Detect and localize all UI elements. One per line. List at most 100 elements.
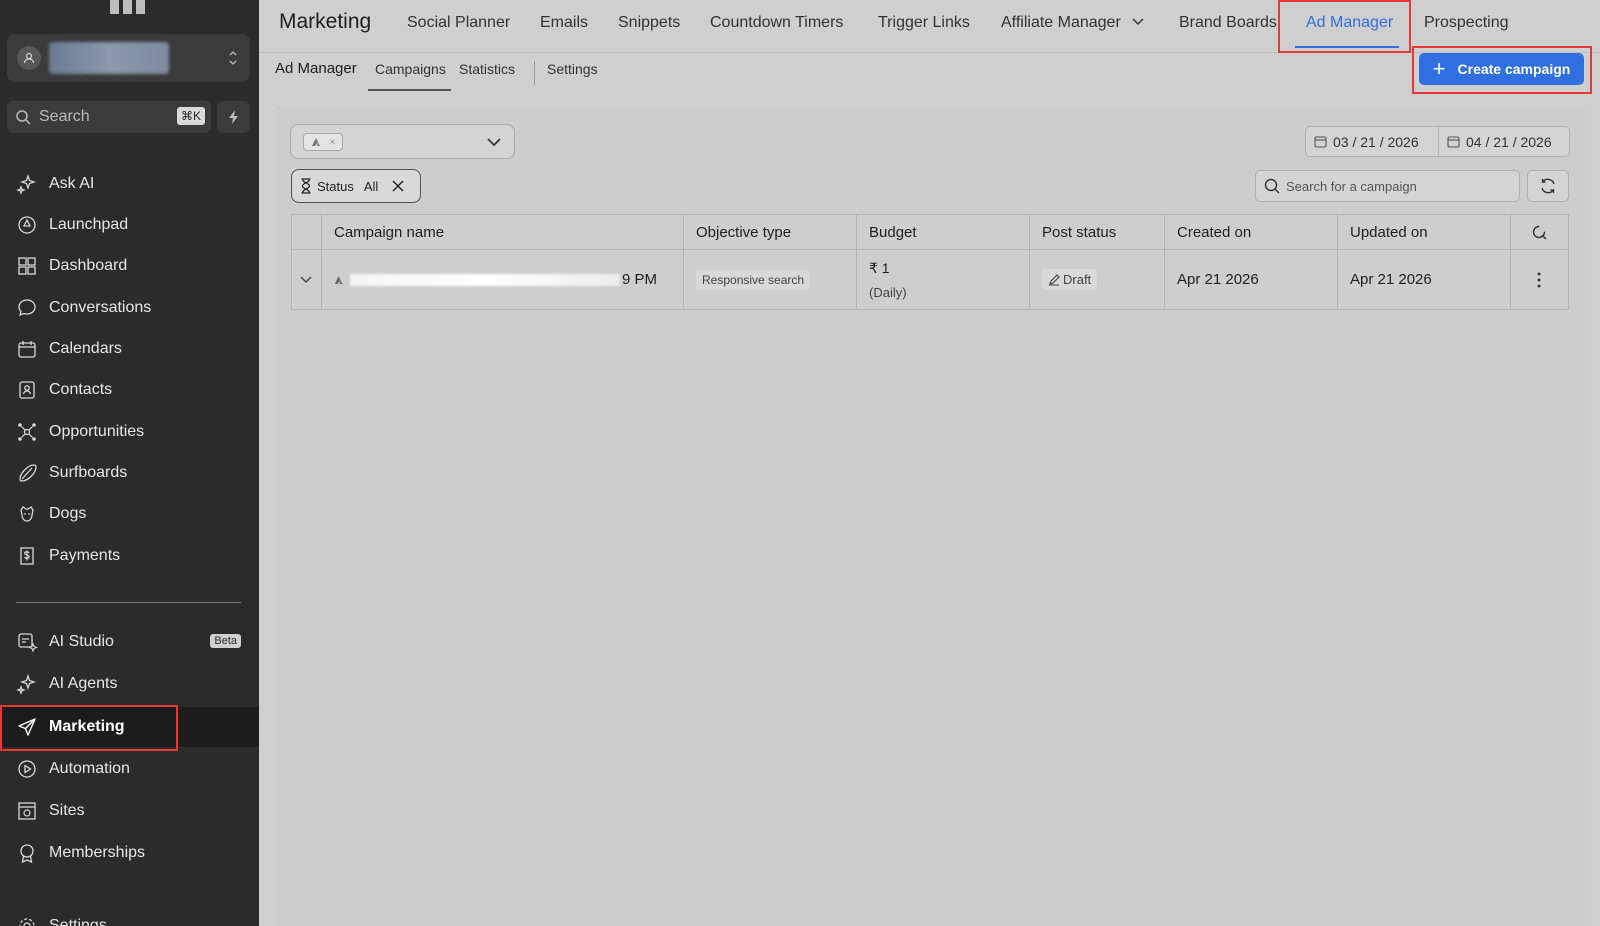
search-placeholder: Search	[39, 108, 90, 125]
table-header-objective-type: Objective type	[684, 215, 857, 250]
sidebar-item-dashboard[interactable]: Dashboard	[0, 246, 259, 286]
ad-account-select[interactable]: ×	[290, 124, 515, 159]
status-badge-label: Draft	[1063, 272, 1092, 287]
contacts-icon	[19, 381, 35, 399]
row-actions-menu[interactable]	[1511, 250, 1569, 309]
budget-period: (Daily)	[869, 284, 907, 300]
sidebar-item-label: Dogs	[49, 505, 87, 522]
tab-social-planner[interactable]: Social Planner	[407, 14, 510, 32]
date-to-value: 04 / 21 / 2026	[1466, 133, 1552, 150]
google-ads-icon	[335, 275, 343, 284]
campaign-search-input[interactable]: Search for a campaign	[1255, 170, 1520, 202]
subtab-campaigns[interactable]: Campaigns	[375, 61, 446, 77]
table-cell-budget: ₹ 1 (Daily)	[857, 250, 1030, 309]
page-title: Marketing	[279, 10, 372, 33]
calendar-icon	[1314, 136, 1327, 148]
sidebar-item-label: Memberships	[49, 844, 146, 861]
table-header-settings[interactable]	[1511, 215, 1569, 250]
sidebar-item-ai-studio[interactable]: AI Studio Beta	[0, 622, 259, 662]
sidebar-item-launchpad[interactable]: Launchpad	[0, 205, 259, 245]
badge-icon	[20, 844, 34, 864]
search-icon	[16, 110, 31, 125]
send-icon	[18, 718, 36, 736]
sub-navigation: Ad Manager Campaigns Statistics Settings	[259, 53, 1600, 93]
sidebar-item-label: Calendars	[49, 340, 122, 357]
sidebar-item-ask-ai[interactable]: Ask AI	[0, 164, 259, 204]
sidebar: Search ⌘K Ask AI Launchpad Dashboard Con…	[0, 0, 259, 926]
sidebar-item-settings[interactable]: Settings	[0, 906, 259, 926]
plus-icon: +	[1432, 56, 1446, 81]
sidebar-item-label: Launchpad	[49, 216, 129, 233]
subtab-statistics[interactable]: Statistics	[459, 61, 515, 77]
sidebar-item-opportunities[interactable]: Opportunities	[0, 412, 259, 452]
account-name-redacted	[49, 42, 169, 74]
top-navigation: Marketing Social Planner Emails Snippets…	[259, 0, 1600, 53]
campaign-name-redacted	[350, 273, 620, 286]
sidebar-item-label: Conversations	[49, 299, 152, 316]
table-cell-created-on: Apr 21 2026	[1165, 250, 1338, 309]
hourglass-icon	[301, 178, 311, 194]
sidebar-item-payments[interactable]: Payments	[0, 536, 259, 576]
sidebar-item-dogs[interactable]: Dogs	[0, 494, 259, 534]
tab-affiliate-manager[interactable]: Affiliate Manager	[1001, 14, 1145, 32]
tab-emails[interactable]: Emails	[540, 14, 588, 32]
account-switcher[interactable]	[7, 34, 250, 82]
user-icon	[17, 46, 41, 70]
campaigns-table: Campaign name Objective type Budget Post…	[291, 214, 1569, 310]
calendar-icon	[18, 341, 36, 358]
subtab-divider	[534, 61, 535, 85]
sidebar-item-conversations[interactable]: Conversations	[0, 288, 259, 328]
sidebar-item-marketing[interactable]: Marketing	[0, 707, 259, 747]
sidebar-item-label: AI Studio	[49, 633, 114, 650]
subtab-settings[interactable]: Settings	[547, 61, 598, 77]
active-subtab-indicator	[368, 89, 451, 91]
sidebar-item-ai-agents[interactable]: AI Agents	[0, 664, 259, 704]
sidebar-item-label: Ask AI	[49, 175, 95, 192]
sidebar-item-sites[interactable]: Sites	[0, 791, 259, 831]
sidebar-item-automation[interactable]: Automation	[0, 749, 259, 789]
table-header-campaign-name: Campaign name	[322, 215, 684, 250]
date-from-value: 03 / 21 / 2026	[1333, 133, 1419, 150]
close-icon[interactable]	[392, 180, 404, 192]
sidebar-item-label: Marketing	[49, 718, 125, 735]
surfboard-icon	[19, 464, 37, 482]
automation-icon	[18, 760, 36, 778]
quick-action-button[interactable]	[217, 101, 250, 133]
sidebar-item-calendars[interactable]: Calendars	[0, 329, 259, 369]
table-header-updated-on: Updated on	[1338, 215, 1511, 250]
sidebar-item-label: Settings	[49, 917, 107, 926]
tab-countdown-timers[interactable]: Countdown Timers	[710, 14, 843, 32]
budget-amount: ₹ 1	[869, 259, 890, 276]
objective-pill: Responsive search	[696, 269, 811, 290]
ad-account-chip[interactable]: ×	[303, 133, 343, 151]
create-campaign-button[interactable]: + Create campaign	[1419, 53, 1584, 85]
sidebar-item-label: AI Agents	[49, 675, 118, 692]
tab-snippets[interactable]: Snippets	[618, 14, 680, 32]
edit-icon	[1049, 273, 1060, 286]
table-cell-post-status: Draft	[1030, 250, 1165, 309]
status-filter-label: Status	[317, 178, 354, 194]
campaign-search-placeholder: Search for a campaign	[1286, 178, 1417, 194]
sidebar-divider	[16, 602, 241, 603]
chat-icon	[18, 299, 36, 317]
remove-chip-icon[interactable]: ×	[329, 137, 335, 148]
sidebar-item-surfboards[interactable]: Surfboards	[0, 453, 259, 493]
status-filter-value: All	[363, 178, 379, 194]
sidebar-item-contacts[interactable]: Contacts	[0, 370, 259, 410]
sidebar-item-memberships[interactable]: Memberships	[0, 833, 259, 873]
network-icon	[18, 423, 36, 441]
status-filter-chip[interactable]: Status All	[291, 169, 421, 203]
tab-trigger-links[interactable]: Trigger Links	[878, 14, 970, 32]
tab-prospecting[interactable]: Prospecting	[1424, 14, 1509, 32]
row-expand-toggle[interactable]	[292, 250, 322, 309]
sidebar-search[interactable]: Search ⌘K	[7, 101, 211, 133]
table-cell-campaign-name[interactable]: 9 PM	[322, 250, 684, 309]
refresh-button[interactable]	[1527, 170, 1569, 202]
tab-ad-manager[interactable]: Ad Manager	[1306, 14, 1393, 32]
date-from-input[interactable]: 03 / 21 / 2026	[1305, 126, 1439, 157]
more-vertical-icon	[1537, 272, 1541, 287]
date-to-input[interactable]: 04 / 21 / 2026	[1438, 126, 1570, 157]
dog-icon	[20, 506, 34, 522]
tab-brand-boards[interactable]: Brand Boards	[1179, 14, 1277, 32]
chevron-updown-icon	[229, 51, 237, 65]
